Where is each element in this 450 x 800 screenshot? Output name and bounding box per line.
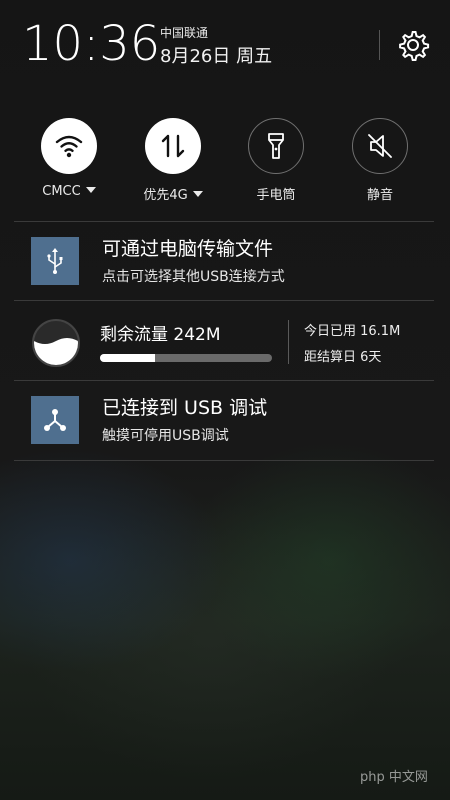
quick-settings-toggles: CMCC 优先4G 手电筒 静音 (0, 118, 450, 218)
data-drop-icon (32, 319, 80, 367)
notification-data-usage[interactable]: 剩余流量 242M 今日已用 16.1M 距结算日 6天 (14, 302, 434, 380)
days-to-billing-label: 距结算日 6天 (304, 350, 382, 365)
notification-title: 已连接到 USB 调试 (102, 397, 268, 419)
remaining-data-label: 剩余流量 242M (100, 325, 221, 345)
notification-title: 可通过电脑传输文件 (102, 238, 274, 260)
divider (14, 300, 434, 301)
data-divider (288, 320, 289, 364)
carrier-name: 中国联通 (160, 26, 209, 40)
usb-debug-icon (31, 396, 79, 444)
status-header: 10:36 中国联通 8月26日 周五 (0, 0, 450, 90)
notification-usb-transfer[interactable]: 可通过电脑传输文件 点击可选择其他USB连接方式 (14, 222, 434, 300)
flashlight-icon (248, 118, 304, 174)
toggle-flashlight[interactable]: 手电筒 (231, 118, 321, 203)
watermark-text: php 中文网 (360, 770, 428, 785)
mute-icon (352, 118, 408, 174)
clock: 10:36 (22, 16, 161, 72)
chevron-down-icon[interactable] (85, 187, 96, 193)
wifi-icon (41, 118, 97, 174)
data-usage-progress (100, 354, 272, 362)
chevron-down-icon[interactable] (192, 191, 203, 197)
toggle-wifi[interactable]: CMCC (24, 118, 114, 199)
wifi-network-label: CMCC (42, 184, 81, 199)
header-divider (379, 30, 380, 60)
data-usage-progress-fill (100, 354, 156, 362)
toggle-mute[interactable]: 静音 (335, 118, 425, 203)
date-label: 8月26日 周五 (160, 46, 273, 67)
used-today-label: 今日已用 16.1M (304, 324, 401, 339)
mute-label: 静音 (366, 188, 393, 203)
notification-usb-debugging[interactable]: 已连接到 USB 调试 触摸可停用USB调试 (14, 381, 434, 459)
notification-text: 触摸可停用USB调试 (102, 428, 229, 444)
flashlight-label: 手电筒 (256, 188, 296, 203)
network-mode-label: 优先4G (143, 188, 188, 203)
notification-text: 点击可选择其他USB连接方式 (102, 269, 285, 285)
toggle-mobile-data[interactable]: 优先4G (128, 118, 218, 203)
settings-gear-icon[interactable] (396, 28, 430, 62)
usb-icon (31, 237, 79, 285)
divider (14, 460, 434, 461)
mobile-data-icon (145, 118, 201, 174)
